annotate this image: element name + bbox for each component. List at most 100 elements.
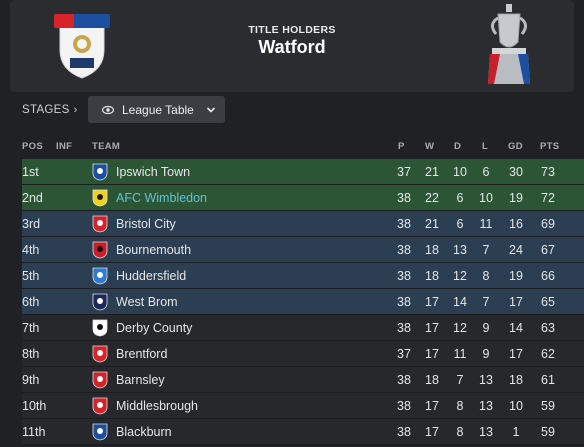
team-name-link[interactable]: Bournemouth — [116, 243, 191, 257]
pts-cell: 67 — [541, 243, 555, 257]
gd-cell: 18 — [509, 373, 523, 387]
w-cell: 18 — [425, 243, 439, 257]
gd-cell: 19 — [509, 191, 523, 205]
table-row[interactable]: 2nd AFC Wimbledon 38 22 6 10 19 72 — [22, 185, 584, 211]
table-row[interactable]: 7th Derby County 38 17 12 9 14 63 — [22, 315, 584, 341]
table-row[interactable]: 11th Blackburn 38 17 8 13 1 59 — [22, 419, 584, 445]
league-table-dropdown[interactable]: League Table — [88, 96, 225, 123]
team-name-link[interactable]: AFC Wimbledon — [116, 191, 207, 205]
table-row[interactable]: 1st Ipswich Town 37 21 10 6 30 73 — [22, 159, 584, 185]
stages-label: STAGES — [22, 104, 70, 116]
position-cell: 9th — [22, 373, 40, 387]
p-cell: 38 — [397, 217, 411, 231]
l-cell: 13 — [479, 425, 493, 439]
p-cell: 37 — [397, 165, 411, 179]
table-row[interactable]: 6th West Brom 38 17 14 7 17 65 — [22, 289, 584, 315]
pts-cell: 62 — [541, 347, 555, 361]
w-cell: 22 — [425, 191, 439, 205]
pts-cell: 72 — [541, 191, 555, 205]
gd-cell: 17 — [509, 295, 523, 309]
w-cell: 17 — [425, 295, 439, 309]
table-row[interactable]: 10th Middlesbrough 38 17 8 13 10 59 — [22, 393, 584, 419]
position-cell: 2nd — [22, 191, 43, 205]
position-cell: 4th — [22, 243, 40, 257]
column-header-team[interactable]: TEAM — [92, 141, 120, 152]
chevron-right-icon: › — [73, 104, 78, 116]
eye-icon — [102, 105, 114, 114]
position-cell: 3rd — [22, 217, 41, 231]
w-cell: 18 — [425, 373, 439, 387]
column-header-pts[interactable]: PTS — [540, 141, 559, 152]
competition-header: TITLE HOLDERS Watford — [0, 0, 584, 96]
table-row[interactable]: 9th Barnsley 38 18 7 13 18 61 — [22, 367, 584, 393]
pts-cell: 73 — [541, 165, 555, 179]
d-cell: 7 — [456, 373, 464, 387]
l-cell: 7 — [482, 243, 490, 257]
pts-cell: 63 — [541, 321, 555, 335]
pts-cell: 59 — [541, 399, 555, 413]
p-cell: 38 — [397, 399, 411, 413]
d-cell: 10 — [453, 165, 467, 179]
column-header-inf[interactable]: INF — [56, 141, 72, 152]
club-crest-icon — [92, 293, 108, 311]
w-cell: 17 — [425, 425, 439, 439]
d-cell: 8 — [456, 399, 464, 413]
trophy-icon — [488, 4, 530, 84]
p-cell: 38 — [397, 295, 411, 309]
d-cell: 11 — [453, 347, 467, 361]
w-cell: 21 — [425, 165, 439, 179]
p-cell: 37 — [397, 347, 411, 361]
p-cell: 38 — [397, 191, 411, 205]
table-row[interactable]: 4th Bournemouth 38 18 13 7 24 67 — [22, 237, 584, 263]
team-name-link[interactable]: Brentford — [116, 347, 167, 361]
team-name-link[interactable]: Derby County — [116, 321, 192, 335]
d-cell: 8 — [456, 425, 464, 439]
p-cell: 38 — [397, 243, 411, 257]
team-name-link[interactable]: Barnsley — [116, 373, 165, 387]
table-row[interactable]: 3rd Bristol City 38 21 6 11 16 69 — [22, 211, 584, 237]
gd-cell: 1 — [512, 425, 520, 439]
team-name-link[interactable]: West Brom — [116, 295, 178, 309]
position-cell: 11th — [22, 425, 46, 439]
column-header-d[interactable]: D — [454, 141, 461, 152]
team-name-link[interactable]: Ipswich Town — [116, 165, 190, 179]
w-cell: 17 — [425, 347, 439, 361]
column-header-w[interactable]: W — [425, 141, 434, 152]
l-cell: 9 — [482, 347, 490, 361]
gd-cell: 16 — [509, 217, 523, 231]
position-cell: 7th — [22, 321, 40, 335]
position-cell: 6th — [22, 295, 40, 309]
club-crest-icon — [92, 215, 108, 233]
d-cell: 6 — [456, 191, 464, 205]
w-cell: 17 — [425, 321, 439, 335]
club-crest-icon — [92, 371, 108, 389]
column-header-l[interactable]: L — [482, 141, 488, 152]
gd-cell: 14 — [509, 321, 523, 335]
team-name-link[interactable]: Middlesbrough — [116, 399, 198, 413]
club-crest-icon — [92, 163, 108, 181]
position-cell: 10th — [22, 399, 47, 413]
l-cell: 13 — [479, 373, 493, 387]
pts-cell: 59 — [541, 425, 555, 439]
dropdown-label: League Table — [122, 102, 194, 117]
d-cell: 6 — [456, 217, 464, 231]
w-cell: 18 — [425, 269, 439, 283]
club-crest-icon — [92, 345, 108, 363]
column-header-pos[interactable]: POS — [22, 141, 43, 152]
gd-cell: 10 — [509, 399, 523, 413]
table-row[interactable]: 8th Brentford 37 17 11 9 17 62 — [22, 341, 584, 367]
column-header-gd[interactable]: GD — [508, 141, 523, 152]
stages-nav[interactable]: STAGES › — [22, 104, 78, 116]
team-name-link[interactable]: Bristol City — [116, 217, 176, 231]
team-name-link[interactable]: Blackburn — [116, 425, 172, 439]
team-name-link[interactable]: Huddersfield — [116, 269, 186, 283]
l-cell: 8 — [482, 269, 490, 283]
column-header-p[interactable]: P — [398, 141, 405, 152]
table-row[interactable]: 5th Huddersfield 38 18 12 8 19 66 — [22, 263, 584, 289]
gd-cell: 17 — [509, 347, 523, 361]
d-cell: 12 — [453, 321, 467, 335]
d-cell: 14 — [453, 295, 467, 309]
w-cell: 17 — [425, 399, 439, 413]
club-crest-icon — [92, 423, 108, 441]
w-cell: 21 — [425, 217, 439, 231]
